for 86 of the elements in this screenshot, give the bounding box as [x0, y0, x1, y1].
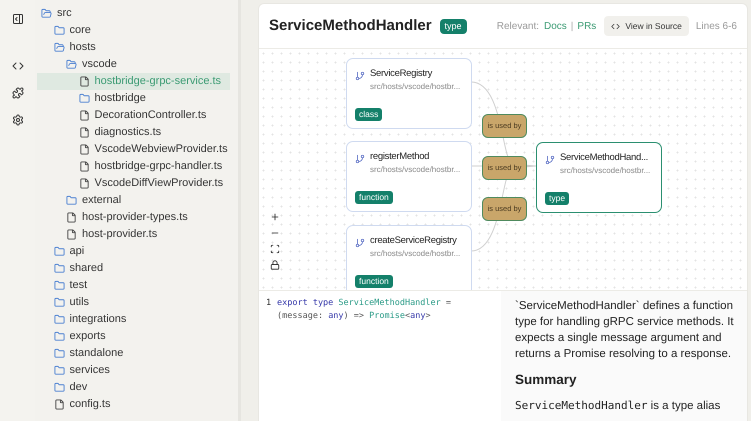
- settings-icon[interactable]: [10, 113, 24, 127]
- tree-item[interactable]: api: [37, 243, 230, 260]
- tree-item[interactable]: dev: [37, 379, 230, 396]
- tree-item[interactable]: exports: [37, 328, 230, 345]
- node-path: src/hosts/vscode/hostbr...: [560, 165, 650, 178]
- folder-icon: [78, 93, 90, 104]
- folder-icon: [66, 59, 77, 70]
- folder-icon: [54, 297, 64, 308]
- folder-icon: [54, 246, 64, 257]
- file-icon: [78, 144, 90, 155]
- code-line: export type ServiceMethodHandler =: [277, 297, 452, 310]
- file-icon: [66, 212, 77, 223]
- branch-icon: [355, 71, 365, 81]
- tree-item[interactable]: integrations: [37, 311, 230, 328]
- branch-icon: [355, 238, 365, 248]
- tree-item[interactable]: hosts: [37, 39, 230, 56]
- tree-item[interactable]: services: [37, 362, 230, 379]
- tree-item[interactable]: diagnostics.ts: [37, 124, 230, 141]
- folder-icon: [54, 314, 64, 325]
- lock-icon[interactable]: [269, 259, 281, 271]
- node-path: src/hosts/vscode/hostbr...: [370, 248, 460, 260]
- kind-badge: type: [440, 18, 467, 34]
- view-source-button[interactable]: View in Source: [604, 16, 689, 36]
- fit-view-icon[interactable]: [269, 243, 281, 255]
- folder-icon: [54, 365, 64, 376]
- tree-item[interactable]: host-provider-types.ts: [37, 209, 230, 226]
- summary-text: ServiceMethodHandler is a type alias: [515, 398, 722, 414]
- folder-icon: [54, 42, 64, 53]
- tree-item[interactable]: VscodeDiffViewProvider.ts: [37, 175, 230, 192]
- tree-item[interactable]: hostbridge-grpc-handler.ts: [37, 158, 230, 175]
- node-tag: class: [355, 108, 382, 121]
- folder-icon: [54, 348, 64, 359]
- tree-item[interactable]: shared: [37, 260, 230, 277]
- puzzle-icon[interactable]: [10, 86, 24, 100]
- folder-icon: [54, 263, 64, 274]
- panel-icon[interactable]: [10, 12, 24, 26]
- node-tag: type: [545, 192, 570, 205]
- summary-heading: Summary: [515, 371, 578, 389]
- folder-icon: [41, 8, 52, 19]
- file-icon: [66, 229, 77, 240]
- tree-item[interactable]: src: [37, 5, 230, 22]
- tree-item[interactable]: external: [37, 192, 230, 209]
- file-icon: [78, 76, 90, 87]
- graph-node[interactable]: ServiceRegistry src/hosts/vscode/hostbr... class: [346, 58, 472, 129]
- node-name: createServiceRegistry: [370, 234, 457, 248]
- tree-item[interactable]: host-provider.ts: [37, 226, 230, 243]
- file-icon: [78, 178, 90, 189]
- file-icon: [78, 110, 90, 121]
- branch-icon: [545, 155, 555, 165]
- tree-item[interactable]: vscode: [37, 56, 230, 73]
- branch-icon: [355, 154, 365, 164]
- code-icon: [611, 22, 620, 30]
- file-icon: [78, 127, 90, 138]
- description-text: `ServiceMethodHandler` defines a function type for handling gRPC service methods. It expects a single message argument and returns a Promise resolving to a response.: [515, 299, 735, 362]
- graph-node[interactable]: ServiceMethodHand... src/hosts/vscode/hostbr... type: [536, 142, 662, 213]
- node-tag: function: [355, 191, 393, 204]
- zoom-in-icon[interactable]: [269, 211, 281, 223]
- node-path: src/hosts/vscode/hostbr...: [370, 81, 460, 94]
- node-name: ServiceRegistry: [370, 67, 432, 81]
- line-range: Lines 6-6: [696, 20, 737, 34]
- folder-icon: [54, 280, 64, 291]
- graph-node[interactable]: registerMethod src/hosts/vscode/hostbr... function: [346, 141, 472, 212]
- tree-item[interactable]: utils: [37, 294, 230, 311]
- node-name: registerMethod: [370, 150, 430, 164]
- node-path: src/hosts/vscode/hostbr...: [370, 164, 460, 176]
- file-icon: [54, 399, 64, 410]
- relevant-label: Relevant:: [496, 20, 539, 34]
- tree-item[interactable]: hostbridge: [37, 90, 230, 107]
- node-name: ServiceMethodHand...: [560, 151, 648, 165]
- tree-item[interactable]: core: [37, 22, 230, 39]
- line-number: 1: [266, 298, 272, 308]
- tree-item[interactable]: standalone: [37, 345, 230, 362]
- tree-item[interactable]: test: [37, 277, 230, 294]
- folder-icon: [66, 195, 77, 206]
- folder-icon: [54, 331, 64, 342]
- folder-icon: [54, 382, 64, 393]
- graph-node[interactable]: createServiceRegistry src/hosts/vscode/hostbr... function: [346, 225, 472, 290]
- node-tag: function: [355, 275, 393, 288]
- folder-icon: [54, 25, 64, 36]
- file-icon: [78, 161, 90, 172]
- link-separator: |: [570, 20, 574, 34]
- symbol-title: ServiceMethodHandler: [269, 16, 432, 36]
- tree-item[interactable]: config.ts: [37, 396, 230, 413]
- tree-item[interactable]: VscodeWebviewProvider.ts: [37, 141, 230, 158]
- code-line: (message: any) => Promise<any>: [277, 310, 431, 323]
- tree-item[interactable]: DecorationController.ts: [37, 107, 230, 124]
